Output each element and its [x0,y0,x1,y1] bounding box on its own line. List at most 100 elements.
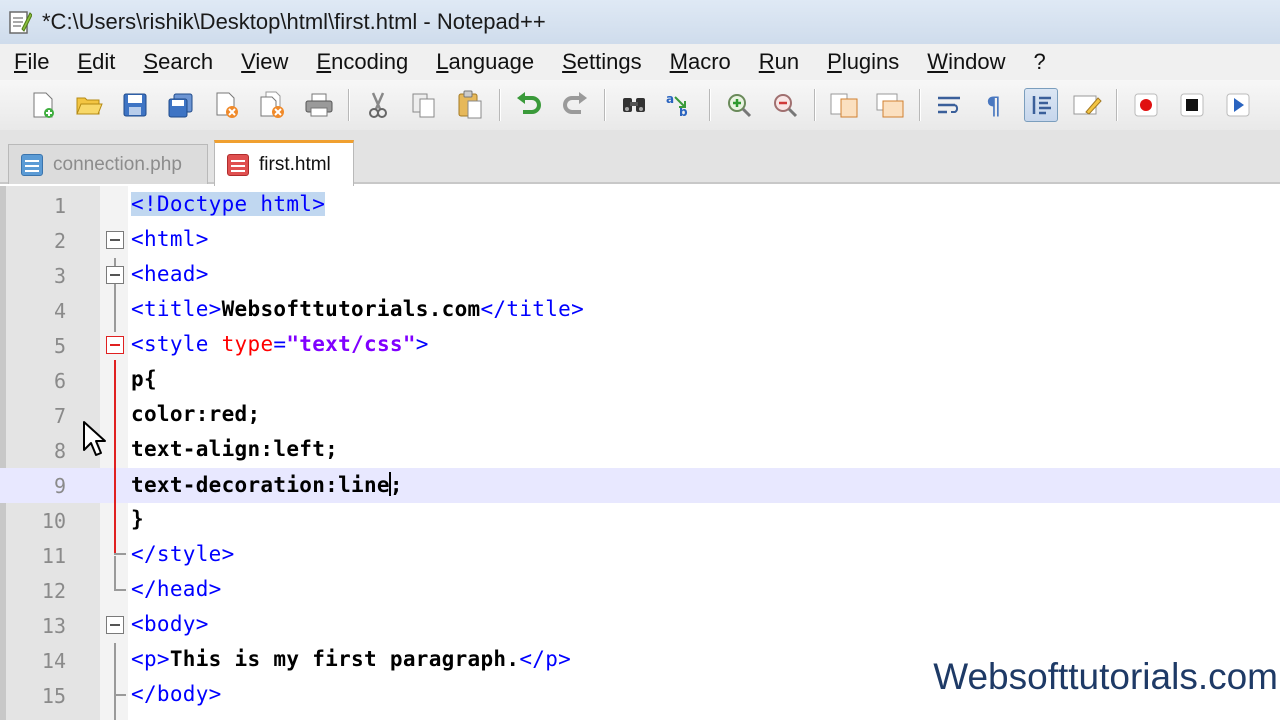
code-token: <p> [131,647,170,671]
line-number: 3 [53,264,66,288]
code-token: </head> [131,577,222,601]
toolbar-separator [604,89,605,121]
line-number: 12 [41,579,66,603]
zoom-in-icon[interactable] [722,88,756,122]
tab-connection-php[interactable]: connection.php [8,144,208,184]
fold-toggle-body[interactable] [106,616,124,634]
toolbar-separator [709,89,710,121]
code-line[interactable]: 12 </head> [0,573,1280,608]
code-token: > [415,332,429,356]
code-line[interactable]: 2 <html> [0,223,1280,258]
record-macro-icon[interactable] [1129,88,1163,122]
copy-icon[interactable] [407,88,441,122]
line-number: 8 [53,439,66,463]
menu-plugins[interactable]: Plugins [827,49,899,75]
code-token: </body> [131,682,222,706]
open-file-icon[interactable] [72,88,106,122]
code-token: <html> [131,227,209,251]
code-text: </style> [131,542,235,566]
code-line[interactable]: 1 <!Doctype html> [0,188,1280,223]
tab-first-html[interactable]: first.html [214,140,354,186]
line-number: 2 [53,229,66,253]
fold-toggle-head[interactable] [106,266,124,284]
code-token: </p> [519,647,572,671]
title-bar[interactable]: *C:\Users\rishik\Desktop\html\first.html… [0,0,1280,44]
stop-recording-icon[interactable] [1175,88,1209,122]
show-all-characters-icon[interactable]: ¶ [978,88,1012,122]
close-icon[interactable] [210,88,244,122]
user-defined-language-icon[interactable] [1070,88,1104,122]
menu-macro[interactable]: Macro [670,49,731,75]
file-modified-icon [227,153,249,176]
cut-icon[interactable] [361,88,395,122]
code-text: </body> [131,682,222,706]
window-title: *C:\Users\rishik\Desktop\html\first.html… [42,9,546,34]
code-line[interactable]: 6 p{ [0,363,1280,398]
play-macro-icon[interactable] [1221,88,1255,122]
menu-run[interactable]: Run [759,49,799,75]
menu-window[interactable]: Window [927,49,1005,75]
line-number: 4 [53,299,66,323]
code-line[interactable]: 8 text-align:left; [0,433,1280,468]
zoom-out-icon[interactable] [768,88,802,122]
code-line[interactable]: 10} [0,503,1280,538]
sync-horizontal-icon[interactable] [873,88,907,122]
word-wrap-icon[interactable] [932,88,966,122]
menu-language[interactable]: Language [436,49,534,75]
indent-guide-icon[interactable] [1024,88,1058,122]
code-token: <!Doctype html> [131,192,326,216]
fold-toggle-html[interactable] [106,231,124,249]
menu-edit[interactable]: Edit [77,49,115,75]
code-text: </head> [131,577,222,601]
code-line[interactable]: 9 text-decoration:line; [0,468,1280,503]
menu-encoding[interactable]: Encoding [316,49,408,75]
code-line[interactable]: 5 <style type="text/css"> [0,328,1280,363]
find-icon[interactable] [617,88,651,122]
code-line[interactable]: 13 <body> [0,608,1280,643]
line-number: 11 [41,544,66,568]
toolbar-separator [1116,89,1117,121]
sync-vertical-icon[interactable] [827,88,861,122]
replace-icon[interactable]: ab [663,88,697,122]
code-line[interactable]: 3 <head> [0,258,1280,293]
code-line[interactable]: 7 color:red; [0,398,1280,433]
code-token: <body> [131,612,209,636]
code-token: This is my first paragraph. [169,647,520,671]
new-file-icon[interactable] [26,88,60,122]
line-number: 6 [53,369,66,393]
tab-label: connection.php [53,153,182,175]
save-icon[interactable] [118,88,152,122]
code-line[interactable]: 11 </style> [0,538,1280,573]
save-all-icon[interactable] [164,88,198,122]
line-number: 10 [41,509,66,533]
code-token: <title> [131,297,222,321]
code-token: color:red; [131,402,261,426]
tab-label: first.html [259,153,331,175]
menu-search[interactable]: Search [143,49,213,75]
code-token: <head> [131,262,209,286]
menu-settings[interactable]: Settings [562,49,642,75]
watermark: Websofttutorials.com [933,656,1278,697]
code-token: } [131,507,144,531]
menu-file[interactable]: File [14,49,49,75]
line-number: 9 [53,474,66,498]
mouse-pointer-icon [82,420,108,460]
fold-toggle-style[interactable] [106,336,124,354]
menu-view[interactable]: View [241,49,288,75]
toolbar: ab ¶ [0,80,1280,130]
code-text: <style type="text/css"> [131,332,429,356]
code-text: <p>This is my first paragraph.</p> [131,647,571,671]
code-token: type [221,332,274,356]
notepad-plus-plus-icon [8,9,33,35]
paste-icon[interactable] [453,88,487,122]
tab-bar: connection.php first.html [0,130,1280,186]
menu-help[interactable]: ? [1034,49,1046,75]
redo-icon[interactable] [558,88,592,122]
code-token: text-decoration:line [131,473,390,497]
close-all-icon[interactable] [256,88,290,122]
code-token: </style> [131,542,235,566]
print-icon[interactable] [302,88,336,122]
code-line[interactable]: 4 <title>Websofttutorials.com</title> [0,293,1280,328]
undo-icon[interactable] [512,88,546,122]
fold-guide [114,643,116,720]
